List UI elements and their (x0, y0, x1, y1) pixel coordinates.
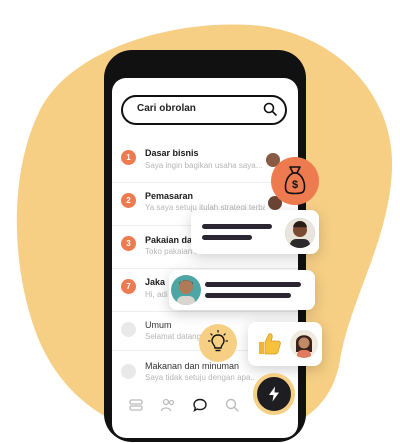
message-line (205, 282, 301, 287)
avatar (290, 330, 318, 358)
chat-preview: Saya ingin bagikan usaha saya... (145, 161, 263, 170)
read-badge (121, 322, 136, 337)
chat-title: Pakaian dan (145, 235, 198, 245)
thumbs-up-icon (259, 333, 281, 355)
tab-search-icon[interactable] (224, 397, 240, 413)
message-line (202, 235, 252, 240)
tab-chat-icon[interactable] (192, 397, 208, 413)
avatar (285, 218, 315, 248)
tab-list-icon[interactable] (128, 397, 144, 413)
chat-title: Makanan dan minuman (145, 361, 240, 371)
money-bag-icon: $ (284, 166, 306, 195)
message-line (202, 224, 272, 229)
chat-title: Jaka (145, 277, 166, 287)
chat-title: Dasar bisnis (145, 148, 199, 158)
message-line (205, 293, 291, 298)
lightbulb-icon (208, 330, 228, 352)
read-badge (121, 364, 136, 379)
unread-badge: 1 (121, 150, 136, 165)
unread-badge: 3 (121, 236, 136, 251)
unread-badge: 2 (121, 193, 136, 208)
svg-text:$: $ (292, 179, 298, 191)
avatar (171, 275, 201, 305)
tab-people-icon[interactable] (160, 397, 176, 413)
chat-preview: Saya tidak setuju dengan apa... (145, 373, 255, 382)
lightning-bolt-icon (269, 386, 279, 402)
chat-title: Umum (145, 320, 172, 330)
search-placeholder: Cari obrolan (137, 103, 196, 114)
search-icon[interactable] (263, 102, 277, 116)
unread-badge: 7 (121, 279, 136, 294)
chat-title: Pemasaran (145, 191, 194, 201)
